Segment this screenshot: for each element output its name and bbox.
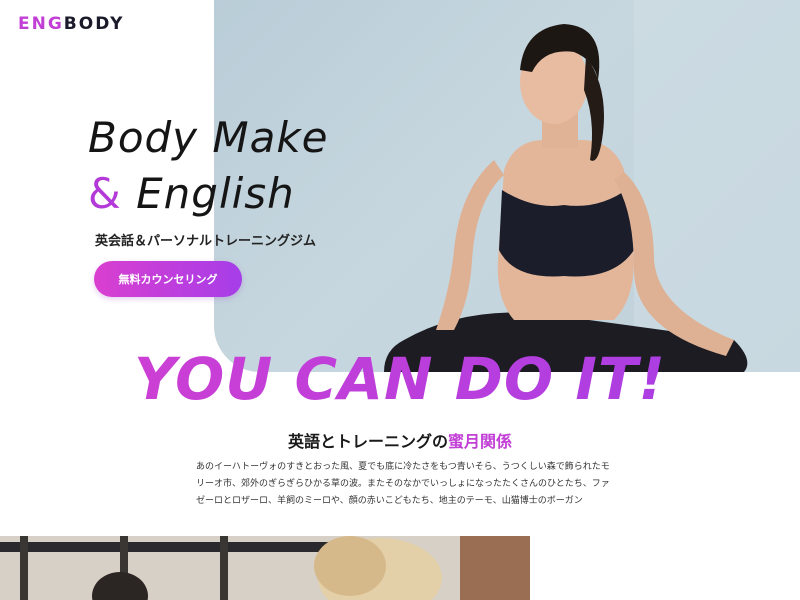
section-title-highlight: 蜜月関係 <box>448 432 513 451</box>
section-paragraph: あのイーハトーヴォのすきとおった風、夏でも底に冷たさをもつ青いそら、うつくしい森… <box>196 462 610 506</box>
logo[interactable]: ENGBODY <box>18 14 124 34</box>
bottom-photo-art <box>0 536 530 600</box>
logo-part1: ENG <box>18 14 64 34</box>
free-counseling-button[interactable]: 無料カウンセリング <box>94 261 242 297</box>
logo-part2: BODY <box>63 14 125 34</box>
headline-line2: & English <box>88 166 329 222</box>
hero-subtitle: 英会話＆パーソナルトレーニングジム <box>95 234 317 249</box>
headline-ampersand: & <box>88 169 122 218</box>
headline-line2-text: English <box>136 169 295 218</box>
section-title: 英語とトレーニングの蜜月関係 <box>0 428 800 452</box>
headline-line1: Body Make <box>88 113 329 162</box>
hero-headline: Body Make & English <box>88 110 329 222</box>
slogan: YOU CAN DO IT! <box>0 345 800 413</box>
section-title-text: 英語とトレーニングの <box>287 432 448 451</box>
training-session-photo <box>0 536 530 600</box>
